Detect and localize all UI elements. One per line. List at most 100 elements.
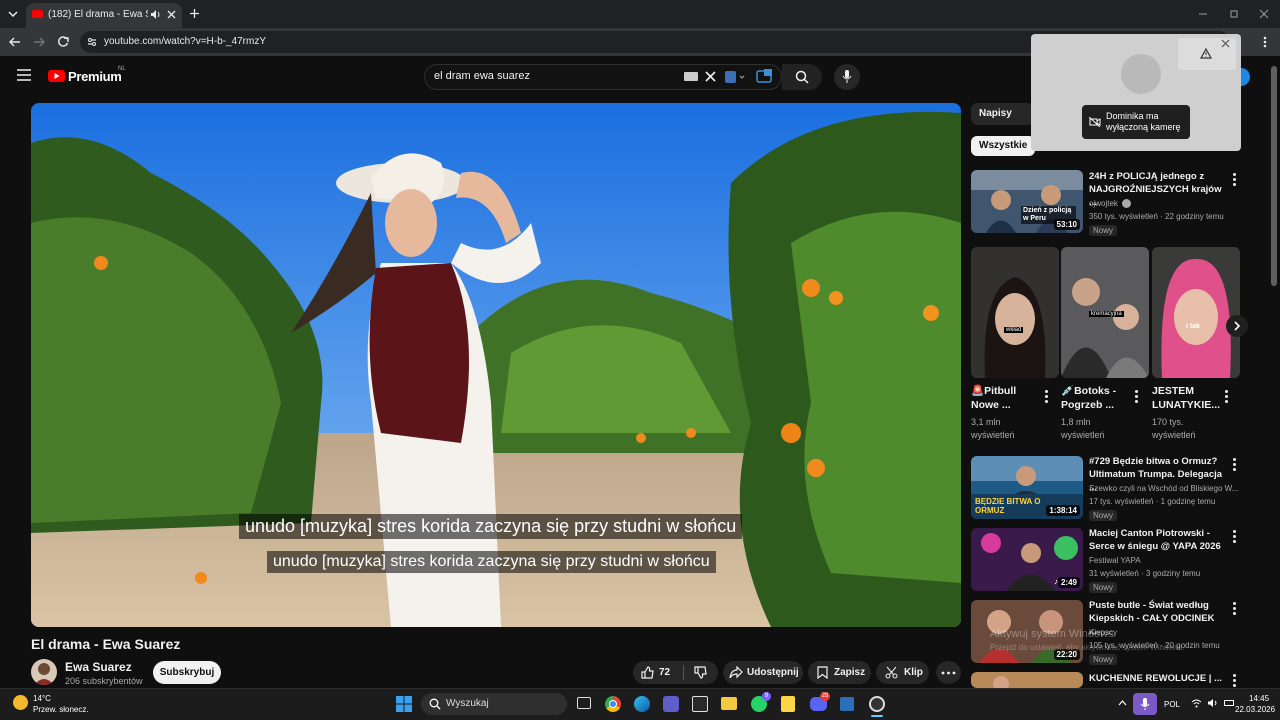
- taskbar-search[interactable]: Wyszukaj: [421, 693, 567, 715]
- close-window-icon[interactable]: [1259, 9, 1269, 19]
- save-button[interactable]: Zapisz: [808, 661, 871, 684]
- chrome-icon[interactable]: [605, 696, 621, 712]
- like-button[interactable]: 72: [633, 661, 683, 684]
- video-title[interactable]: Maciej Canton Piotrowski - Serce w śnieg…: [1089, 527, 1224, 553]
- weather-icon[interactable]: [13, 695, 28, 710]
- keyboard-icon[interactable]: [684, 72, 698, 81]
- app-icon[interactable]: [781, 696, 795, 712]
- close-tab-icon[interactable]: [166, 9, 177, 20]
- taskbar-active-indicator: [871, 715, 883, 717]
- video-title[interactable]: KUCHENNE REWOLUCJE | ...: [1089, 672, 1224, 688]
- youtube-play-icon: [48, 70, 65, 82]
- new-badge: Nowy: [1089, 510, 1118, 521]
- browser-tab-active[interactable]: (182) El drama - Ewa Suare: [26, 3, 182, 28]
- short-views: 1,8 mln wyświetleń: [1061, 417, 1105, 440]
- clip-label: Klip: [904, 667, 923, 678]
- translate-extension-icon[interactable]: [724, 69, 746, 85]
- more-options-icon[interactable]: [1134, 389, 1138, 403]
- more-options-icon[interactable]: [1232, 601, 1236, 615]
- clock-time[interactable]: 14:45: [1249, 694, 1269, 703]
- search-input[interactable]: el dram ewa suarez: [434, 70, 530, 82]
- subscribe-button[interactable]: Subskrybuj: [153, 661, 221, 684]
- restore-icon[interactable]: [1229, 9, 1239, 19]
- more-options-icon[interactable]: [1224, 389, 1228, 403]
- more-options-icon[interactable]: [1232, 457, 1236, 471]
- short-views: 3,1 mln wyświetleń: [971, 417, 1015, 440]
- captions-chip[interactable]: Napisy (ukry: [971, 103, 1033, 125]
- video-thumbnail[interactable]: BĘDZIE BITWA O ORMUZ 1:38:14: [971, 456, 1083, 519]
- volume-icon[interactable]: [1207, 698, 1219, 708]
- language-indicator[interactable]: POL: [1164, 700, 1180, 709]
- share-label: Udostępnij: [747, 667, 799, 678]
- more-options-icon[interactable]: [1044, 389, 1048, 403]
- logo-text: Premium: [68, 69, 122, 84]
- speaker-icon[interactable]: [150, 9, 161, 20]
- site-info-icon[interactable]: [86, 36, 98, 48]
- short-thumbnail[interactable]: i tak: [1152, 247, 1240, 378]
- video-thumbnail[interactable]: [971, 672, 1083, 688]
- short-caption: i tak: [1186, 323, 1201, 330]
- short-thumbnail[interactable]: kremacyjna: [1061, 247, 1149, 378]
- video-thumbnail[interactable]: ♪ 2:49: [971, 528, 1083, 591]
- video-title: El drama - Ewa Suarez: [31, 636, 181, 652]
- battery-icon[interactable]: [1224, 700, 1234, 706]
- channel-name[interactable]: Festiwal YAPA: [1089, 556, 1239, 565]
- store-icon[interactable]: [692, 696, 708, 712]
- start-button-icon[interactable]: [396, 696, 412, 712]
- show-hidden-icons-icon[interactable]: [1118, 699, 1127, 706]
- clear-search-icon[interactable]: [705, 71, 716, 82]
- channel-name[interactable]: Szewko czyli na Wschód od Bliskiego W...: [1089, 484, 1239, 493]
- new-badge: Nowy: [1089, 225, 1118, 236]
- dictionary-extension-icon[interactable]: [756, 68, 774, 84]
- subtitle-line-1: unudo [muzyka] stres korida zaczyna się …: [239, 514, 743, 539]
- task-view-icon[interactable]: [577, 697, 591, 709]
- wifi-icon[interactable]: [1191, 699, 1202, 708]
- search-icon: [429, 698, 441, 710]
- browser-menu-icon[interactable]: [1262, 35, 1268, 49]
- clip-button[interactable]: Klip: [876, 661, 929, 684]
- hamburger-menu-icon[interactable]: [17, 69, 31, 81]
- forward-icon[interactable]: [32, 35, 46, 49]
- obs-icon[interactable]: [869, 696, 885, 712]
- search-button[interactable]: [782, 64, 822, 90]
- chrome-center: [609, 700, 617, 708]
- filter-chip-all[interactable]: Wszystkie: [971, 136, 1036, 156]
- camera-off-toast: Dominika ma wyłączoną kamerę: [1082, 105, 1190, 139]
- voice-search-button[interactable]: [834, 64, 860, 90]
- dislike-button[interactable]: [684, 661, 718, 684]
- short-title[interactable]: JESTEM LUNATYKIE...: [1152, 384, 1222, 412]
- more-options-icon[interactable]: [1232, 529, 1236, 543]
- short-thumbnail[interactable]: wkład: [971, 247, 1059, 378]
- short-title[interactable]: 🚨Pitbull Nowe ...: [971, 384, 1041, 412]
- shorts-next-button[interactable]: [1226, 315, 1248, 337]
- page-scrollbar[interactable]: [1271, 66, 1277, 286]
- minimize-icon[interactable]: [1198, 9, 1208, 19]
- video-thumbnail[interactable]: Dzień z policją w Peru 53:10: [971, 170, 1083, 233]
- share-button[interactable]: Udostępnij: [723, 661, 803, 684]
- channel-avatar[interactable]: [31, 659, 57, 685]
- more-horizontal-icon: [941, 671, 956, 675]
- terminal-icon[interactable]: [840, 697, 854, 711]
- file-explorer-icon[interactable]: [721, 697, 737, 710]
- new-tab-icon[interactable]: [189, 8, 200, 19]
- more-options-icon[interactable]: [1232, 673, 1236, 687]
- channel-name[interactable]: Ewa Suarez: [65, 660, 132, 674]
- app-badge-discord: 29: [820, 692, 830, 701]
- scissors-icon: [885, 666, 898, 679]
- teams-icon[interactable]: [663, 696, 679, 712]
- warning-icon: [1200, 48, 1212, 59]
- more-actions-button[interactable]: [936, 661, 961, 684]
- clock-date[interactable]: 22.03.2026: [1235, 705, 1275, 714]
- back-icon[interactable]: [8, 35, 22, 49]
- tab-search-button[interactable]: [6, 7, 20, 21]
- reload-icon[interactable]: [56, 35, 70, 49]
- close-pip-icon[interactable]: [1221, 39, 1230, 48]
- edge-icon[interactable]: [634, 696, 650, 712]
- video-duration: 2:49: [1057, 577, 1080, 588]
- video-player[interactable]: unudo [muzyka] stres korida zaczyna się …: [31, 103, 961, 627]
- more-options-icon[interactable]: [1232, 172, 1236, 186]
- microphone-tray-icon[interactable]: [1133, 693, 1157, 715]
- youtube-logo[interactable]: Premium NL: [48, 66, 128, 86]
- short-caption: wkład: [1004, 327, 1024, 333]
- short-title[interactable]: 💉Botoks - Pogrzeb ...: [1061, 384, 1131, 412]
